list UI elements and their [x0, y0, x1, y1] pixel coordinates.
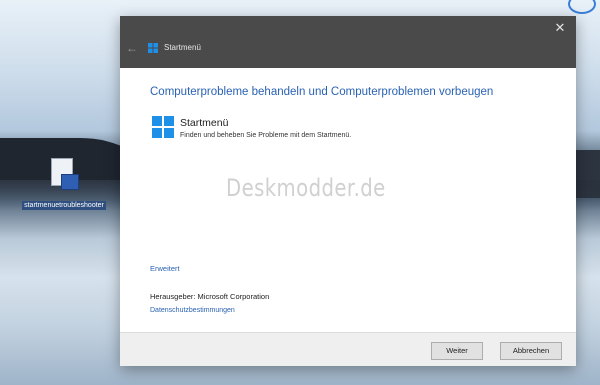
windows-logo-icon [148, 43, 158, 53]
dialog-footer: Weiter Abbrechen [120, 332, 576, 366]
troubleshooter-file-icon [47, 158, 81, 194]
publisher-info: Herausgeber: Microsoft Corporation [150, 292, 269, 301]
desktop-shortcut[interactable]: startmenuetroubleshooter [18, 158, 110, 212]
corner-decoration [568, 0, 596, 14]
troubleshooter-name: Startmenü [180, 117, 229, 129]
page-heading: Computerprobleme behandeln und Computerp… [150, 86, 494, 98]
desktop-shortcut-label: startmenuetroubleshooter [22, 201, 106, 210]
troubleshooter-description: Finden und beheben Sie Probleme mit dem … [180, 132, 352, 139]
publisher-label: Herausgeber: [150, 292, 196, 301]
privacy-link[interactable]: Datenschutzbestimmungen [150, 307, 235, 314]
next-button[interactable]: Weiter [431, 342, 483, 360]
window-title: Startmenü [164, 43, 201, 52]
back-arrow-icon[interactable]: ← [126, 41, 140, 55]
windows-logo-icon [152, 116, 174, 138]
close-icon[interactable]: ✕ [552, 20, 568, 36]
cancel-button[interactable]: Abbrechen [500, 342, 562, 360]
advanced-link[interactable]: Erweitert [150, 264, 180, 273]
watermark: Deskmodder.de [226, 174, 386, 202]
title-bar: ✕ ← Startmenü [120, 16, 576, 68]
publisher-value: Microsoft Corporation [197, 292, 270, 301]
troubleshooter-dialog: ✕ ← Startmenü Computerprobleme behandeln… [120, 16, 576, 366]
